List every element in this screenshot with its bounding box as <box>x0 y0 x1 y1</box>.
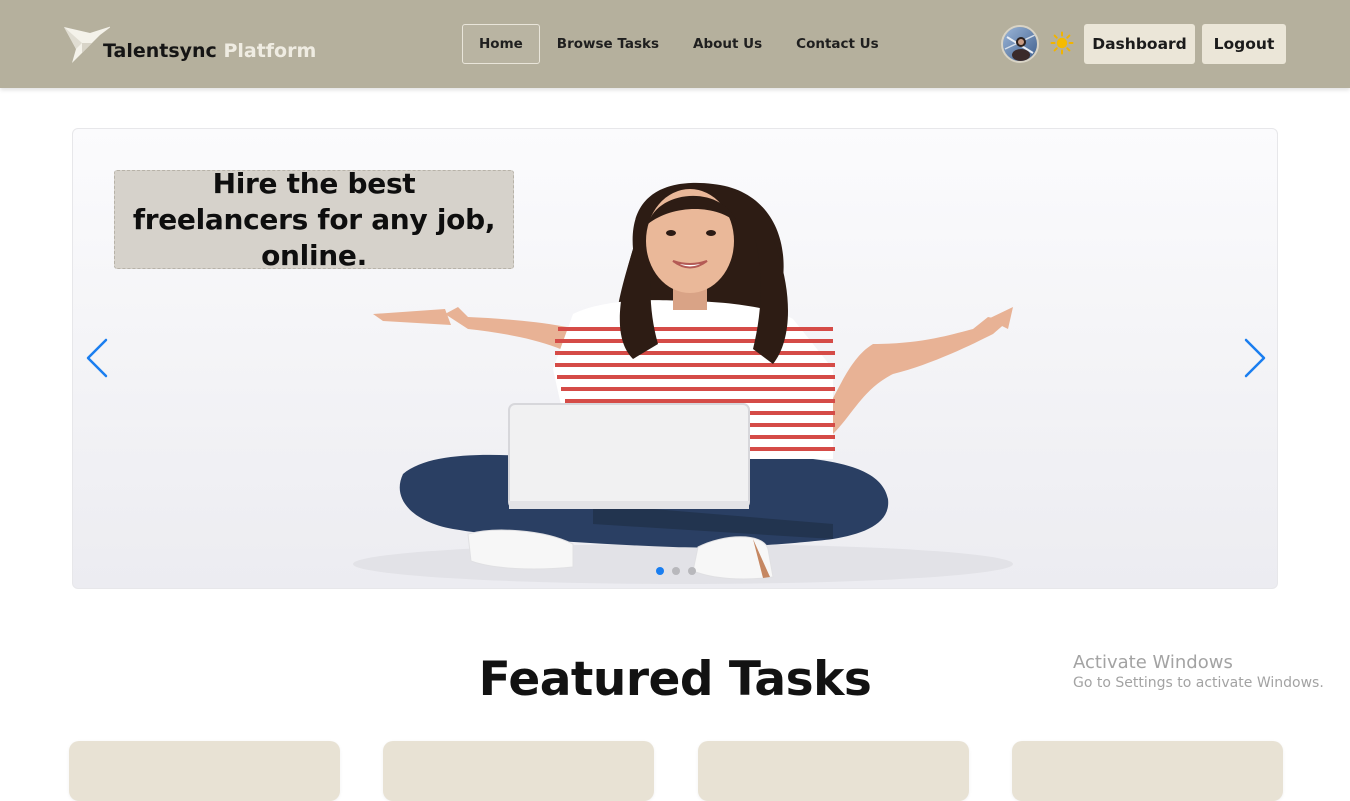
watermark-subtitle: Go to Settings to activate Windows. <box>1073 675 1324 691</box>
brand-logo[interactable]: Talentsync Platform <box>62 22 316 66</box>
nav-home[interactable]: Home <box>462 24 540 64</box>
nav-contact-us[interactable]: Contact Us <box>779 24 896 64</box>
task-card[interactable] <box>69 741 340 801</box>
main-nav: Home Browse Tasks About Us Contact Us <box>462 24 896 64</box>
nav-about-us[interactable]: About Us <box>676 24 779 64</box>
watermark-title: Activate Windows <box>1073 652 1233 673</box>
task-card[interactable] <box>698 741 969 801</box>
carousel-indicators <box>656 567 696 575</box>
carousel-dot-3[interactable] <box>688 567 696 575</box>
sun-icon[interactable] <box>1050 31 1074 55</box>
hero-caption: Hire the best freelancers for any job, o… <box>114 167 514 272</box>
dashboard-button[interactable]: Dashboard <box>1084 24 1195 64</box>
hero-carousel: Hire the best freelancers for any job, o… <box>72 128 1278 589</box>
user-avatar[interactable] <box>1001 25 1039 63</box>
windows-activation-watermark: Activate Windows Go to Settings to activ… <box>1073 652 1324 691</box>
user-photo <box>1003 27 1037 61</box>
carousel-next-arrow-icon[interactable] <box>1239 334 1269 382</box>
brand-name: Talentsync Platform <box>103 40 316 62</box>
brand-name-main: Talentsync <box>103 40 217 62</box>
task-card[interactable] <box>383 741 654 801</box>
carousel-prev-arrow-icon[interactable] <box>83 334 113 382</box>
hero-caption-text: Hire the best freelancers for any job, o… <box>132 166 496 272</box>
brand-name-suffix: Platform <box>223 40 317 62</box>
navbar: Talentsync Platform Home Browse Tasks Ab… <box>0 0 1350 88</box>
carousel-dot-2[interactable] <box>672 567 680 575</box>
carousel-dot-1[interactable] <box>656 567 664 575</box>
nav-browse-tasks[interactable]: Browse Tasks <box>540 24 676 64</box>
logout-button[interactable]: Logout <box>1202 24 1286 64</box>
task-card[interactable] <box>1012 741 1283 801</box>
